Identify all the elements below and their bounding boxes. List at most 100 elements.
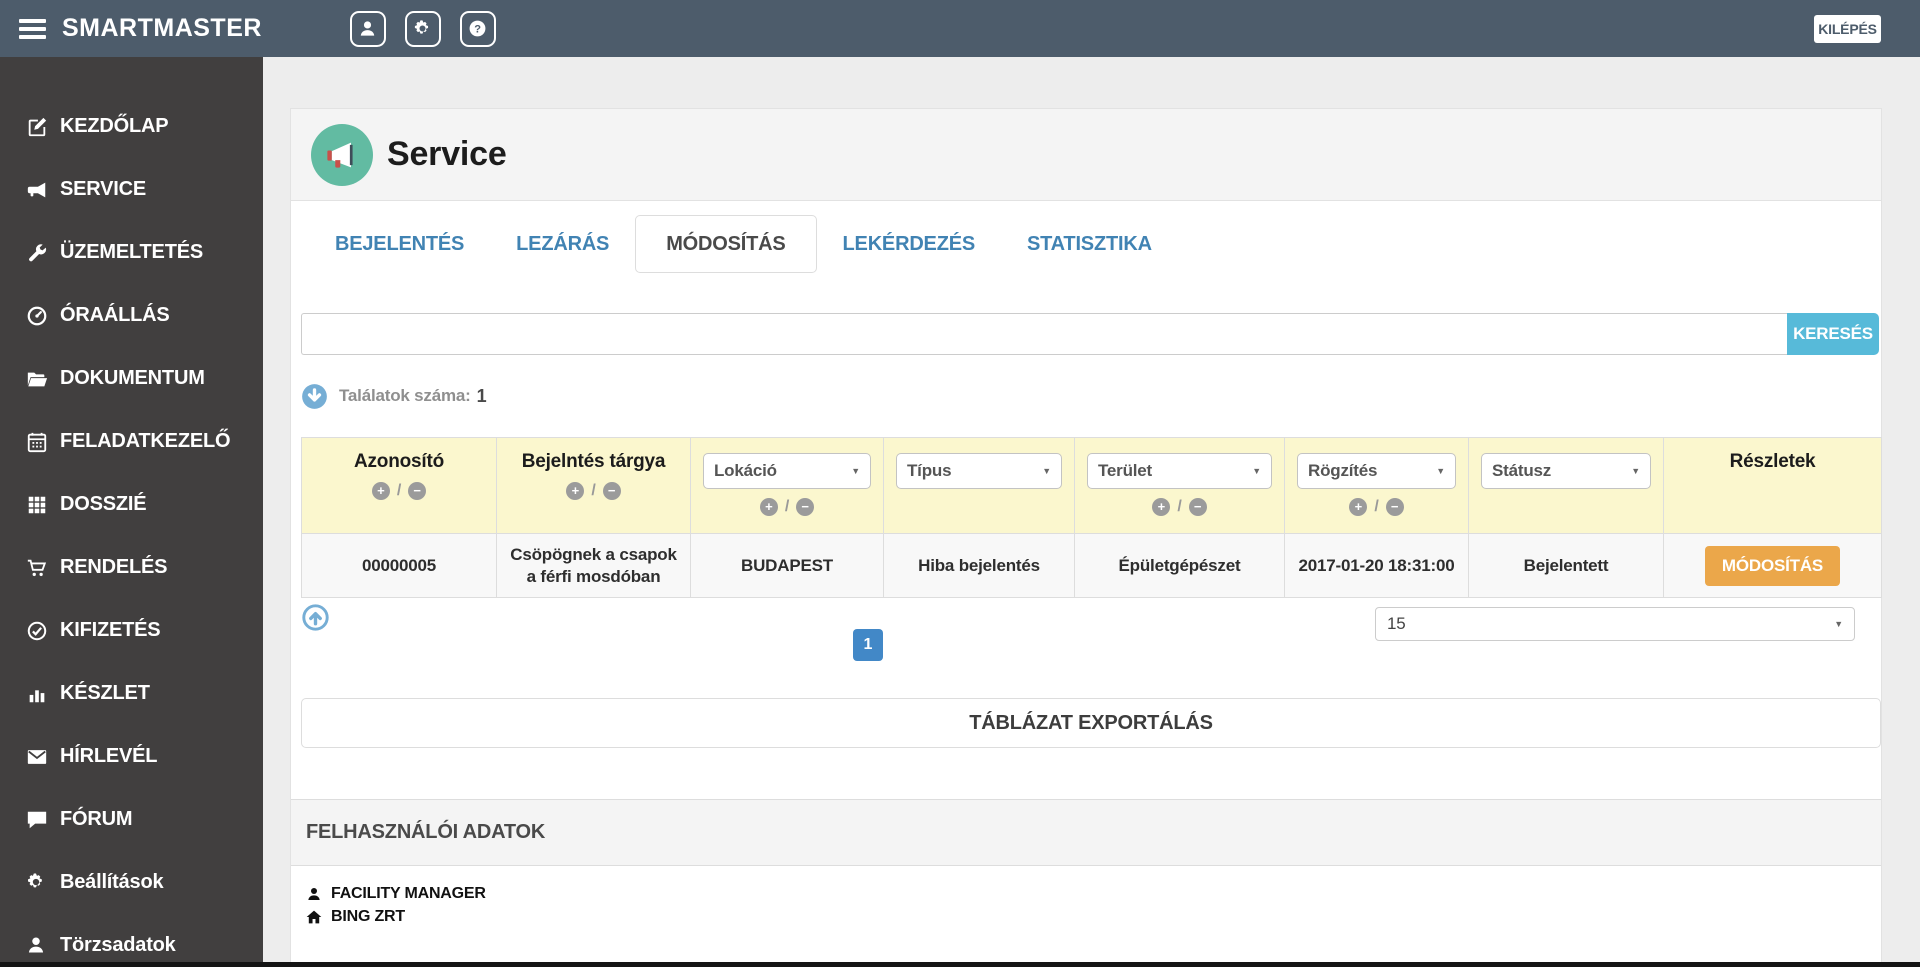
- statusz-filter-select[interactable]: Státusz ▼: [1481, 453, 1651, 489]
- sidebar-item-dosszie[interactable]: DOSSZIÉ: [0, 473, 263, 536]
- column-statusz: Státusz ▼: [1468, 437, 1664, 534]
- sort-desc-icon[interactable]: −: [602, 482, 621, 500]
- logout-button[interactable]: KILÉPÉS: [1814, 15, 1881, 43]
- sidebar-item-uzemeltetes[interactable]: ÜZEMELTETÉS: [0, 221, 263, 284]
- column-rogzites: Rögzítés ▼ + / −: [1284, 437, 1469, 534]
- tab-lezaras[interactable]: LEZÁRÁS: [490, 215, 635, 273]
- cell-tipus: Hiba bejelentés: [883, 533, 1075, 598]
- search-button[interactable]: KERESÉS: [1787, 313, 1879, 355]
- user-name: FACILITY MANAGER: [331, 884, 486, 902]
- user-company-line: BING ZRT: [306, 905, 1881, 928]
- gear-icon: [413, 19, 432, 38]
- help-icon: ?: [468, 19, 487, 38]
- sort-desc-icon[interactable]: −: [408, 482, 427, 500]
- edit-icon: [26, 116, 48, 138]
- lokacio-filter-select[interactable]: Lokáció ▼: [703, 453, 871, 489]
- sidebar-item-label: HÍRLEVÉL: [60, 745, 158, 767]
- sidebar-item-label: RENDELÉS: [60, 556, 168, 578]
- cell-reszletek: MÓDOSÍTÁS: [1663, 533, 1882, 598]
- cell-targya: Csöpögnek a csapok a férfi mosdóban: [496, 533, 691, 598]
- terulet-filter-select[interactable]: Terület ▼: [1087, 453, 1272, 489]
- chevron-down-icon: ▼: [1631, 466, 1640, 476]
- sidebar: KEZDŐLAP SERVICE ÜZEMELTETÉS ÓRAÁLLÁS DO…: [0, 57, 263, 967]
- results-summary: Találatok száma: 1: [301, 381, 1881, 411]
- sidebar-item-oraallas[interactable]: ÓRAÁLLÁS: [0, 284, 263, 347]
- sort-asc-icon[interactable]: +: [1152, 498, 1171, 516]
- svg-text:?: ?: [475, 23, 482, 35]
- sidebar-item-label: DOKUMENTUM: [60, 367, 205, 389]
- sidebar-item-service[interactable]: SERVICE: [0, 158, 263, 221]
- check-circle-icon: [26, 620, 48, 642]
- scroll-up-icon[interactable]: [302, 604, 329, 631]
- tab-bar: BEJELENTÉS LEZÁRÁS MÓDOSÍTÁS LEKÉRDEZÉS …: [291, 201, 1881, 283]
- user-icon: [306, 886, 322, 902]
- cell-statusz: Bejelentett: [1468, 533, 1664, 598]
- cell-terulet: Épületgépészet: [1074, 533, 1285, 598]
- pagination-page-1[interactable]: 1: [853, 629, 883, 661]
- rogzites-filter-select[interactable]: Rögzítés ▼: [1297, 453, 1456, 489]
- tab-bejelentes[interactable]: BEJELENTÉS: [309, 215, 490, 273]
- page-size-select[interactable]: 15 ▼: [1375, 607, 1855, 641]
- sort-asc-icon[interactable]: +: [759, 498, 778, 516]
- table-row: 00000005 Csöpögnek a csapok a férfi mosd…: [301, 533, 1882, 598]
- sidebar-item-kifizetes[interactable]: KIFIZETÉS: [0, 599, 263, 662]
- chevron-down-icon: ▼: [851, 466, 860, 476]
- sort-asc-icon[interactable]: +: [1349, 498, 1368, 516]
- hamburger-menu-icon[interactable]: [19, 18, 46, 39]
- column-targya: Bejelntés tárgya + / −: [496, 437, 691, 534]
- app-brand: SMARTMASTER: [62, 14, 262, 42]
- help-button[interactable]: ?: [459, 10, 496, 47]
- chevron-down-icon: ▼: [1436, 466, 1445, 476]
- sort-desc-icon[interactable]: −: [796, 498, 815, 516]
- modify-row-button[interactable]: MÓDOSÍTÁS: [1704, 545, 1841, 586]
- sidebar-item-dokumentum[interactable]: DOKUMENTUM: [0, 347, 263, 410]
- sort-desc-icon[interactable]: −: [1385, 498, 1404, 516]
- tab-modositas[interactable]: MÓDOSÍTÁS: [635, 215, 817, 273]
- sort-desc-icon[interactable]: −: [1188, 498, 1207, 516]
- sidebar-item-feladatkezelo[interactable]: FELADATKEZELŐ: [0, 410, 263, 473]
- sidebar-item-label: Beállítások: [60, 871, 164, 893]
- column-tipus: Típus ▼: [883, 437, 1075, 534]
- page-title: Service: [387, 135, 507, 173]
- sidebar-item-rendeles[interactable]: RENDELÉS: [0, 536, 263, 599]
- cell-lokacio: BUDAPEST: [690, 533, 884, 598]
- user-icon: [26, 935, 48, 957]
- folder-icon: [26, 368, 48, 390]
- profile-button[interactable]: [349, 10, 386, 47]
- scroll-down-icon[interactable]: [301, 383, 328, 410]
- comment-icon: [26, 809, 48, 831]
- tipus-filter-select[interactable]: Típus ▼: [896, 453, 1062, 489]
- chevron-down-icon: ▼: [1252, 466, 1261, 476]
- user-panel-title: FELHASZNÁLÓI ADATOK: [306, 821, 546, 843]
- sidebar-item-label: KIFIZETÉS: [60, 619, 161, 641]
- search-input[interactable]: [301, 313, 1787, 355]
- sort-asc-icon[interactable]: +: [371, 482, 390, 500]
- page-header: Service: [291, 109, 1881, 201]
- sidebar-item-beallitasok[interactable]: Beállítások: [0, 851, 263, 914]
- table-header-row: Azonosító + / − Bejelntés tárgya + / − L…: [301, 437, 1882, 534]
- tab-lekerdezes[interactable]: LEKÉRDEZÉS: [817, 215, 1001, 273]
- service-avatar: [311, 123, 373, 186]
- search-bar: KERESÉS: [301, 313, 1879, 355]
- megaphone-icon: [324, 137, 360, 173]
- results-label: Találatok száma:: [339, 386, 471, 405]
- column-terulet: Terület ▼ + / −: [1074, 437, 1285, 534]
- megaphone-icon: [26, 179, 48, 201]
- tab-statisztika[interactable]: STATISZTIKA: [1001, 215, 1178, 273]
- sidebar-item-label: SERVICE: [60, 178, 147, 200]
- sort-asc-icon[interactable]: +: [566, 482, 585, 500]
- sidebar-item-torzsadatok[interactable]: Törzsadatok: [0, 914, 263, 967]
- user-name-line: FACILITY MANAGER: [306, 882, 1881, 905]
- topbar: SMARTMASTER ? KILÉPÉS: [0, 0, 1920, 57]
- export-table-button[interactable]: TÁBLÁZAT EXPORTÁLÁS: [301, 698, 1881, 748]
- cell-rogzites: 2017-01-20 18:31:00: [1284, 533, 1469, 598]
- settings-button[interactable]: [404, 10, 441, 47]
- sidebar-item-forum[interactable]: FÓRUM: [0, 788, 263, 851]
- sidebar-item-keszlet[interactable]: KÉSZLET: [0, 662, 263, 725]
- results-table: Azonosító + / − Bejelntés tárgya + / − L…: [301, 437, 1882, 598]
- sidebar-item-label: KEZDŐLAP: [60, 115, 169, 137]
- sidebar-item-label: FÓRUM: [60, 808, 133, 830]
- sidebar-item-kezdolap[interactable]: KEZDŐLAP: [0, 95, 263, 158]
- sidebar-item-hirlevel[interactable]: HÍRLEVÉL: [0, 725, 263, 788]
- user-company: BING ZRT: [331, 907, 405, 925]
